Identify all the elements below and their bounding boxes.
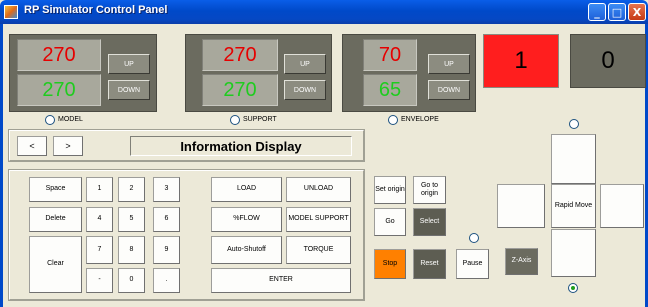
support-radio-label: SUPPORT <box>243 116 277 123</box>
gray-indicator: 0 <box>570 34 646 88</box>
info-display-title: Information Display <box>130 136 352 156</box>
auto-shutoff-button[interactable]: Auto-Shutoff <box>211 236 282 264</box>
key-1[interactable]: 1 <box>86 177 113 202</box>
select-button[interactable]: Select <box>413 208 446 236</box>
prev-button[interactable]: < <box>17 136 47 156</box>
flow-button[interactable]: %FLOW <box>211 207 282 232</box>
red-indicator: 1 <box>483 34 559 88</box>
envelope-bottom-value: 65 <box>363 74 417 106</box>
support-radio[interactable] <box>230 115 240 125</box>
pause-radio[interactable] <box>469 233 479 243</box>
maximize-button[interactable]: □ <box>608 3 626 21</box>
move-up-button[interactable] <box>551 134 596 184</box>
load-button[interactable]: LOAD <box>211 177 282 202</box>
move-right-button[interactable] <box>600 184 644 228</box>
next-button[interactable]: > <box>53 136 83 156</box>
indicator-radio[interactable] <box>569 119 579 129</box>
envelope-top-value: 70 <box>363 39 417 71</box>
app-icon <box>4 5 18 19</box>
minimize-button[interactable]: _ <box>588 3 606 21</box>
delete-button[interactable]: Delete <box>29 207 82 232</box>
envelope-down-button[interactable]: DOWN <box>428 80 470 100</box>
envelope-radio-label: ENVELOPE <box>401 116 439 123</box>
model-radio[interactable] <box>45 115 55 125</box>
go-to-origin-button[interactable]: Go to origin <box>413 176 446 204</box>
move-left-button[interactable] <box>497 184 545 228</box>
key-0[interactable]: 0 <box>118 268 145 293</box>
key-3[interactable]: 3 <box>153 177 180 202</box>
key-4[interactable]: 4 <box>86 207 113 232</box>
key-7[interactable]: 7 <box>86 236 113 264</box>
key-dot[interactable]: . <box>153 268 180 293</box>
enter-button[interactable]: ENTER <box>211 268 351 293</box>
key-5[interactable]: 5 <box>118 207 145 232</box>
unload-button[interactable]: UNLOAD <box>286 177 351 202</box>
model-up-button[interactable]: UP <box>108 54 150 74</box>
reset-button[interactable]: Reset <box>413 249 446 279</box>
model-top-value: 270 <box>17 39 101 71</box>
space-button[interactable]: Space <box>29 177 82 202</box>
model-radio-label: MODEL <box>58 116 83 123</box>
key-minus[interactable]: - <box>86 268 113 293</box>
key-9[interactable]: 9 <box>153 236 180 264</box>
torque-button[interactable]: TORQUE <box>286 236 351 264</box>
key-8[interactable]: 8 <box>118 236 145 264</box>
model-down-button[interactable]: DOWN <box>108 80 150 100</box>
key-2[interactable]: 2 <box>118 177 145 202</box>
model-bottom-value: 270 <box>17 74 101 106</box>
model-support-button[interactable]: MODEL SUPPORT <box>286 207 351 232</box>
pause-button[interactable]: Pause <box>456 249 489 279</box>
clear-button[interactable]: Clear <box>29 236 82 293</box>
set-origin-button[interactable]: Set origin <box>374 176 406 204</box>
support-top-value: 270 <box>202 39 278 71</box>
close-button[interactable]: X <box>628 3 646 21</box>
go-button[interactable]: Go <box>374 208 406 236</box>
envelope-up-button[interactable]: UP <box>428 54 470 74</box>
dpad-radio[interactable] <box>568 283 578 293</box>
stop-button[interactable]: Stop <box>374 249 406 279</box>
key-6[interactable]: 6 <box>153 207 180 232</box>
move-down-button[interactable] <box>551 229 596 277</box>
support-up-button[interactable]: UP <box>284 54 326 74</box>
z-axis-button[interactable]: Z-Axis <box>505 248 538 275</box>
envelope-radio[interactable] <box>388 115 398 125</box>
rapid-move-button[interactable]: Rapid Move <box>551 184 596 228</box>
window-title: RP Simulator Control Panel <box>24 4 168 16</box>
support-bottom-value: 270 <box>202 74 278 106</box>
support-down-button[interactable]: DOWN <box>284 80 326 100</box>
